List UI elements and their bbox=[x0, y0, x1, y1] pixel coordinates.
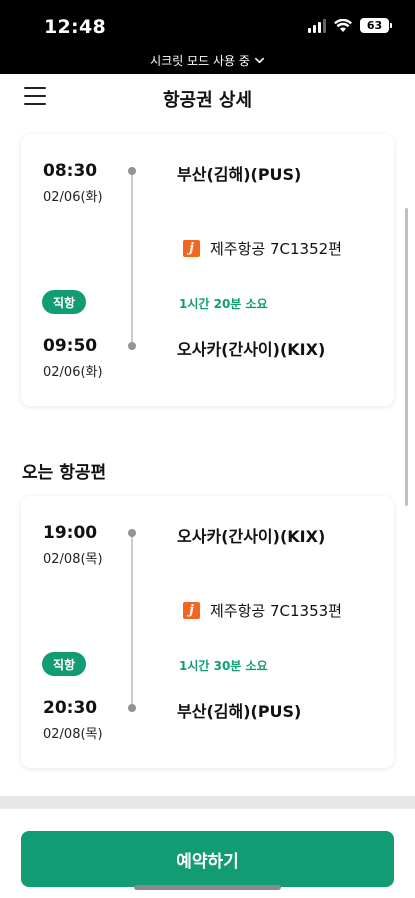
airline-info: j 제주항공 7C1353편 bbox=[183, 600, 342, 621]
incognito-label: 시크릿 모드 사용 중 bbox=[150, 54, 250, 68]
incognito-indicator[interactable]: 시크릿 모드 사용 중 bbox=[0, 52, 415, 69]
direct-flight-badge: 직항 bbox=[42, 290, 86, 314]
return-section-title: 오는 항공편 bbox=[22, 463, 107, 483]
timeline-line bbox=[131, 532, 133, 706]
section-divider bbox=[0, 796, 415, 808]
jeju-air-logo-icon: j bbox=[183, 240, 200, 257]
status-time: 12:48 bbox=[44, 16, 106, 38]
timeline-end-dot bbox=[128, 704, 136, 712]
flight-duration: 1시간 30분 소요 bbox=[179, 659, 268, 673]
arrival-date: 02/06(화) bbox=[43, 365, 103, 380]
return-flight-card: 19:00 02/08(목) 오사카(간사이)(KIX) j 제주항공 7C13… bbox=[21, 496, 394, 768]
departure-airport: 부산(김해)(PUS) bbox=[177, 165, 302, 184]
departure-date: 02/06(화) bbox=[43, 190, 103, 205]
timeline-start-dot bbox=[128, 529, 136, 537]
departure-airport: 오사카(간사이)(KIX) bbox=[177, 527, 326, 546]
arrival-airport: 오사카(간사이)(KIX) bbox=[177, 340, 326, 359]
arrival-time: 09:50 bbox=[43, 336, 98, 356]
cellular-signal-icon bbox=[308, 18, 326, 33]
status-bar: 12:48 63 시크릿 모드 사용 중 bbox=[0, 0, 415, 74]
reserve-button[interactable]: 예약하기 bbox=[21, 831, 394, 887]
direct-flight-badge: 직항 bbox=[42, 652, 86, 676]
battery-icon: 63 bbox=[360, 18, 392, 33]
timeline-end-dot bbox=[128, 342, 136, 350]
scrollbar[interactable] bbox=[405, 208, 408, 506]
flight-detail-content[interactable]: 08:30 02/06(화) 부산(김해)(PUS) j 제주항공 7C1352… bbox=[0, 126, 415, 798]
timeline-line bbox=[131, 170, 133, 344]
departure-date: 02/08(목) bbox=[43, 552, 103, 567]
departure-time: 08:30 bbox=[43, 161, 98, 181]
status-icons: 63 bbox=[308, 18, 392, 33]
departure-time: 19:00 bbox=[43, 523, 98, 543]
page-title: 항공권 상세 bbox=[162, 90, 253, 111]
arrival-time: 20:30 bbox=[43, 698, 98, 718]
app-header: 항공권 상세 bbox=[0, 74, 415, 126]
flight-duration: 1시간 20분 소요 bbox=[179, 297, 268, 311]
airline-flight-number: 제주항공 7C1353편 bbox=[210, 602, 342, 620]
bottom-action-bar: 예약하기 bbox=[0, 808, 415, 898]
home-indicator[interactable] bbox=[134, 885, 281, 890]
airline-flight-number: 제주항공 7C1352편 bbox=[210, 240, 342, 258]
arrival-date: 02/08(목) bbox=[43, 727, 103, 742]
wifi-icon bbox=[334, 18, 352, 32]
outbound-flight-card: 08:30 02/06(화) 부산(김해)(PUS) j 제주항공 7C1352… bbox=[21, 134, 394, 406]
timeline-start-dot bbox=[128, 167, 136, 175]
airline-info: j 제주항공 7C1352편 bbox=[183, 238, 342, 259]
chevron-down-icon bbox=[254, 57, 264, 64]
jeju-air-logo-icon: j bbox=[183, 602, 200, 619]
arrival-airport: 부산(김해)(PUS) bbox=[177, 702, 302, 721]
